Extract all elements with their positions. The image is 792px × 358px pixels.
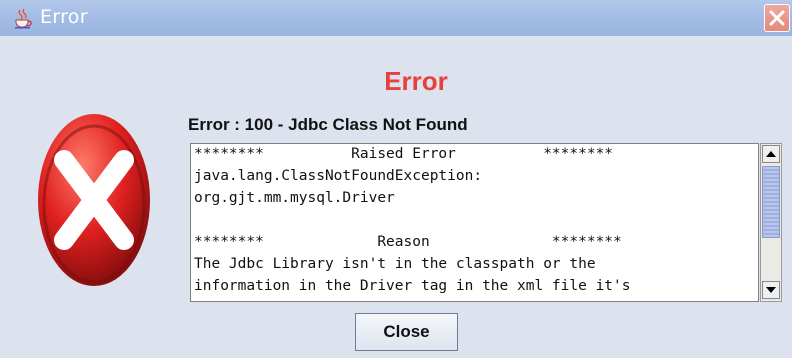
vertical-scrollbar[interactable] [760,143,782,302]
error-x-icon [34,112,154,288]
arrow-down-icon [766,287,776,293]
error-details-textarea[interactable]: ******** Raised Error ******** java.lang… [190,143,759,302]
details-line: org.gjt.mm.mysql.Driver [194,190,395,206]
scrollbar-thumb[interactable] [762,166,780,238]
scroll-up-button[interactable] [762,145,780,163]
arrow-up-icon [766,151,776,157]
close-icon [769,10,785,26]
java-cup-icon [12,7,34,29]
window-title: Error [40,6,88,28]
error-message: Error : 100 - Jdbc Class Not Found [188,115,468,134]
details-line: java.lang.ClassNotFoundException: [194,168,483,184]
close-window-button[interactable] [764,4,790,32]
close-button[interactable]: Close [355,313,458,351]
details-line: information in the Driver tag in the xml… [194,278,631,294]
details-line: ******** Raised Error ******** [194,146,614,162]
error-dialog: Error Error Error : 100 - Jdbc Class Not… [0,0,792,358]
dialog-heading: Error [384,66,448,96]
details-line: ******** Reason ******** [194,234,622,250]
details-line: The Jdbc Library isn't in the classpath … [194,256,596,272]
scroll-down-button[interactable] [762,281,780,299]
title-bar[interactable]: Error [0,0,792,36]
